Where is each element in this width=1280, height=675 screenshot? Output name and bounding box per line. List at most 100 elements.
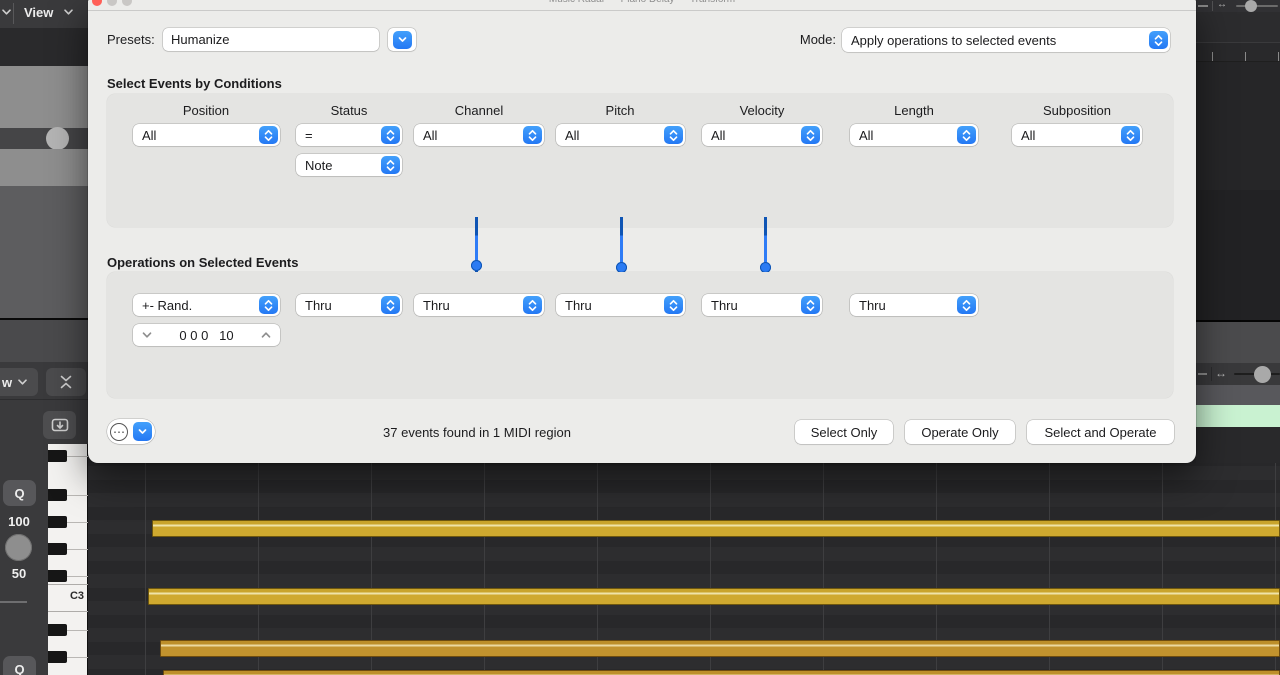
key-divider bbox=[67, 657, 88, 658]
bar-divider bbox=[1212, 1, 1213, 11]
slider-track[interactable] bbox=[0, 601, 27, 603]
ruler-tick bbox=[1212, 52, 1213, 61]
operation-velocity-select[interactable]: Thru bbox=[702, 294, 822, 316]
condition-status-select[interactable]: = bbox=[296, 124, 402, 146]
right-roll-lower bbox=[1196, 190, 1280, 320]
piano-keyboard[interactable]: C3 bbox=[48, 444, 88, 675]
operation-status-select[interactable]: Thru bbox=[296, 294, 402, 316]
catch-playhead-icon bbox=[51, 417, 69, 433]
column-header-length: Length bbox=[849, 103, 979, 118]
select-and-operate-button[interactable]: Select and Operate bbox=[1027, 420, 1174, 444]
condition-pitch-select[interactable]: All bbox=[556, 124, 685, 146]
quantize-button[interactable]: Q bbox=[3, 480, 36, 506]
midi-note[interactable] bbox=[163, 670, 1280, 675]
toolbar-divider bbox=[13, 3, 14, 24]
key-divider bbox=[67, 576, 88, 577]
column-header-channel: Channel bbox=[414, 103, 544, 118]
updown-stepper-icon bbox=[523, 126, 542, 144]
black-key[interactable] bbox=[48, 450, 67, 462]
left-slider-row bbox=[0, 128, 88, 149]
chevron-down-icon[interactable] bbox=[133, 422, 152, 441]
left-panel-mid bbox=[0, 186, 88, 318]
mode-value: Apply operations to selected events bbox=[851, 33, 1149, 48]
condition-channel-select[interactable]: All bbox=[414, 124, 544, 146]
updown-stepper-icon bbox=[1121, 126, 1140, 144]
random-amount-stepper[interactable]: 0 0 0 10 bbox=[133, 324, 280, 346]
condition-position-select[interactable]: All bbox=[133, 124, 280, 146]
presets-menu-button[interactable] bbox=[388, 28, 416, 51]
options-capsule: ⋯ bbox=[107, 419, 155, 444]
operate-only-button[interactable]: Operate Only bbox=[905, 420, 1015, 444]
quantize-button-2[interactable]: Q bbox=[3, 656, 36, 675]
black-key[interactable] bbox=[48, 543, 67, 555]
decrement-chevron-icon[interactable] bbox=[141, 331, 153, 339]
ellipsis-icon[interactable]: ⋯ bbox=[110, 423, 128, 441]
presets-label: Presets: bbox=[107, 32, 155, 47]
view-menu[interactable]: View bbox=[24, 5, 53, 20]
right-roll-upper bbox=[1196, 62, 1280, 190]
black-key[interactable] bbox=[48, 570, 67, 582]
operation-pitch-select[interactable]: Thru bbox=[556, 294, 685, 316]
column-header-status: Status bbox=[284, 103, 414, 118]
zoom-dash bbox=[1198, 373, 1207, 375]
key-divider-full bbox=[48, 584, 88, 585]
condition-velocity-select[interactable]: All bbox=[702, 124, 822, 146]
conditions-section-title: Select Events by Conditions bbox=[107, 76, 282, 91]
operation-position-select[interactable]: +- Rand. bbox=[133, 294, 280, 316]
key-divider-full bbox=[48, 611, 88, 612]
select-only-button[interactable]: Select Only bbox=[795, 420, 893, 444]
mode-select[interactable]: Apply operations to selected events bbox=[842, 28, 1170, 52]
zoom-slider-knob[interactable] bbox=[1245, 0, 1257, 12]
horizontal-zoom-icon: ↔ bbox=[1215, 366, 1227, 380]
updown-stepper-icon bbox=[957, 126, 976, 144]
updown-stepper-icon bbox=[957, 296, 976, 314]
column-header-velocity: Velocity bbox=[697, 103, 827, 118]
column-header-pitch: Pitch bbox=[555, 103, 685, 118]
velocity-max-label: 100 bbox=[0, 514, 38, 529]
black-key[interactable] bbox=[48, 516, 67, 528]
updown-stepper-icon bbox=[664, 296, 683, 314]
right-header-strip bbox=[1196, 12, 1280, 42]
zoom-slider-knob[interactable] bbox=[1254, 366, 1271, 383]
black-key[interactable] bbox=[48, 489, 67, 501]
view-menu-clipped[interactable]: w bbox=[0, 368, 38, 396]
presets-value: Humanize bbox=[171, 32, 230, 47]
condition-length-select[interactable]: All bbox=[850, 124, 978, 146]
zoom-slider-track[interactable] bbox=[1236, 5, 1278, 7]
operations-section-title: Operations on Selected Events bbox=[107, 255, 298, 270]
top-toolbar: View bbox=[0, 0, 88, 28]
velocity-knob[interactable] bbox=[5, 534, 32, 561]
header-divider bbox=[0, 399, 88, 400]
increment-chevron-icon[interactable] bbox=[260, 331, 272, 339]
key-divider bbox=[67, 630, 88, 631]
titlebar-divider bbox=[88, 10, 1196, 11]
left-panel-light-2 bbox=[0, 149, 88, 186]
condition-subposition-select[interactable]: All bbox=[1012, 124, 1142, 146]
midi-note[interactable] bbox=[148, 588, 1280, 605]
left-slider-knob[interactable] bbox=[46, 127, 69, 150]
operation-channel-select[interactable]: Thru bbox=[414, 294, 544, 316]
transform-window: Music Radar — Piano Delay — Transform Pr… bbox=[88, 0, 1196, 463]
chevron-down-icon bbox=[1, 8, 12, 16]
view-menu-clipped-label: w bbox=[2, 375, 12, 390]
catch-playhead-button[interactable] bbox=[43, 411, 76, 439]
midi-note[interactable] bbox=[152, 520, 1280, 537]
key-divider bbox=[67, 549, 88, 550]
operation-length-select[interactable]: Thru bbox=[850, 294, 978, 316]
black-key[interactable] bbox=[48, 651, 67, 663]
black-key[interactable] bbox=[48, 624, 67, 636]
collapse-auto-zoom-button[interactable] bbox=[46, 368, 86, 396]
midi-note[interactable] bbox=[160, 640, 1280, 657]
updown-stepper-icon bbox=[259, 126, 278, 144]
presets-input[interactable]: Humanize bbox=[163, 28, 379, 51]
connector-dot bbox=[471, 260, 482, 271]
ruler bbox=[1196, 42, 1280, 62]
updown-stepper-icon bbox=[801, 126, 820, 144]
piano-roll-grid[interactable] bbox=[88, 463, 1280, 675]
column-header-position: Position bbox=[141, 103, 271, 118]
chevron-down-icon bbox=[393, 31, 412, 49]
condition-status-event-type-select[interactable]: Note bbox=[296, 154, 402, 176]
bar-divider bbox=[1211, 367, 1212, 381]
window-title: Music Radar — Piano Delay — Transform bbox=[88, 0, 1196, 5]
column-header-subposition: Subposition bbox=[1012, 103, 1142, 118]
